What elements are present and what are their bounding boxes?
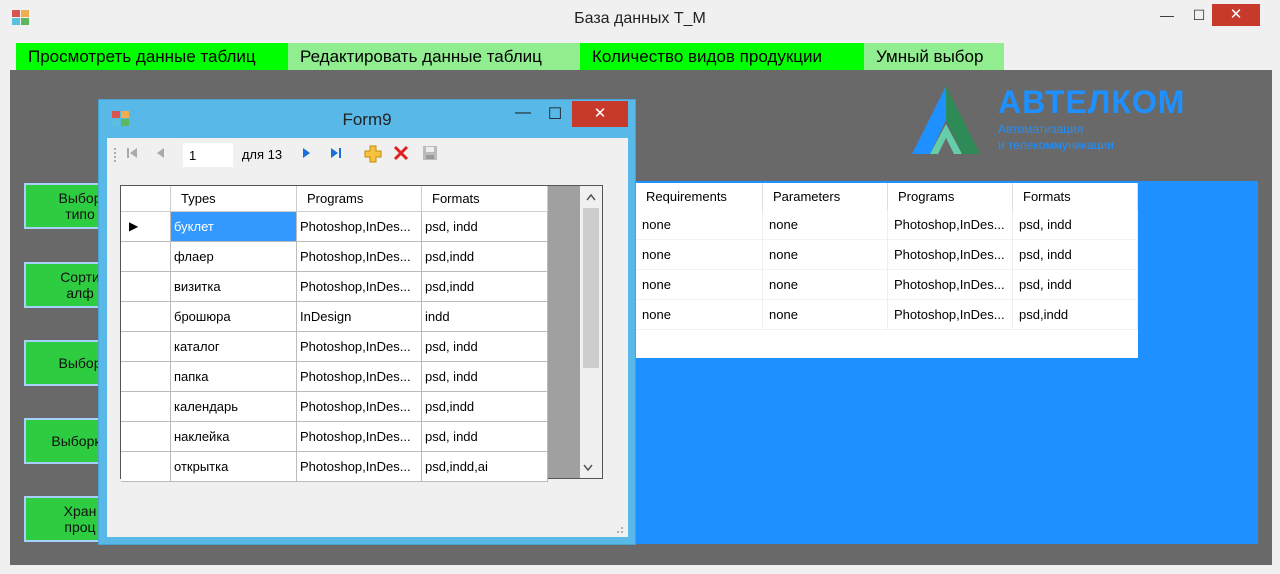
cell-programs[interactable]: Photoshop,InDes...: [297, 422, 422, 452]
cell-requirements[interactable]: none: [636, 210, 763, 240]
row-header-corner: [121, 186, 171, 212]
cell-programs[interactable]: Photoshop,InDes...: [888, 270, 1013, 300]
cell-requirements[interactable]: none: [636, 270, 763, 300]
cell-formats[interactable]: psd, indd: [422, 422, 548, 452]
cell-requirements[interactable]: none: [636, 300, 763, 330]
cell-formats[interactable]: psd,indd: [422, 272, 548, 302]
logo-subtitle-1: Автоматизация: [998, 122, 1084, 136]
cell-programs[interactable]: Photoshop,InDes...: [888, 300, 1013, 330]
cell-types[interactable]: наклейка: [171, 422, 297, 452]
form9-close-button[interactable]: ✕: [572, 101, 628, 127]
cell-types[interactable]: флаер: [171, 242, 297, 272]
column-header-programs[interactable]: Programs: [297, 186, 422, 212]
row-header[interactable]: [121, 422, 171, 452]
logo-mark: [902, 84, 990, 156]
row-header[interactable]: ▶: [121, 212, 171, 242]
cell-formats[interactable]: psd, indd: [1013, 270, 1138, 300]
row-header[interactable]: [121, 272, 171, 302]
column-header-types[interactable]: Types: [171, 186, 297, 212]
column-header-programs[interactable]: Programs: [888, 183, 1013, 210]
minimize-button[interactable]: —: [1150, 4, 1184, 26]
resize-grip-icon[interactable]: [612, 522, 624, 534]
cell-formats[interactable]: psd,indd: [422, 392, 548, 422]
cell-parameters[interactable]: none: [763, 300, 888, 330]
logo-subtitle-2: и телекоммуникации: [998, 138, 1114, 152]
scroll-down-icon[interactable]: [583, 460, 599, 476]
row-header[interactable]: [121, 242, 171, 272]
cell-programs[interactable]: Photoshop,InDes...: [297, 332, 422, 362]
cell-formats[interactable]: psd,indd: [422, 242, 548, 272]
form9-maximize-button[interactable]: ☐: [544, 104, 566, 124]
cell-types[interactable]: визитка: [171, 272, 297, 302]
menu-item-smart-choice[interactable]: Умный выбор: [864, 43, 1004, 70]
cell-programs[interactable]: Photoshop,InDes...: [297, 242, 422, 272]
logo-name: АВТЕЛКОМ: [998, 84, 1186, 120]
cell-requirements[interactable]: none: [636, 240, 763, 270]
move-last-icon[interactable]: [326, 145, 346, 165]
add-new-icon[interactable]: [363, 145, 383, 165]
row-header[interactable]: [121, 332, 171, 362]
cell-programs[interactable]: Photoshop,InDes...: [297, 272, 422, 302]
row-header[interactable]: [121, 452, 171, 482]
row-header[interactable]: [121, 302, 171, 332]
form9-minimize-button[interactable]: —: [512, 104, 534, 124]
scroll-thumb[interactable]: [583, 208, 599, 368]
cell-parameters[interactable]: none: [763, 240, 888, 270]
cell-types[interactable]: буклет: [171, 212, 297, 242]
position-input[interactable]: [183, 143, 233, 167]
menu-item-edit-tables[interactable]: Редактировать данные таблиц: [288, 43, 580, 70]
column-header-formats[interactable]: Formats: [422, 186, 548, 212]
move-first-icon[interactable]: [122, 145, 142, 165]
record-count-label: для 13: [241, 147, 283, 162]
menu-item-view-tables[interactable]: Просмотреть данные таблиц: [16, 43, 288, 70]
cell-programs[interactable]: Photoshop,InDes...: [888, 210, 1013, 240]
cell-formats[interactable]: psd,indd,ai: [422, 452, 548, 482]
cell-parameters[interactable]: none: [763, 270, 888, 300]
cell-formats[interactable]: psd, indd: [422, 332, 548, 362]
cell-programs[interactable]: Photoshop,InDes...: [297, 362, 422, 392]
cell-types[interactable]: каталог: [171, 332, 297, 362]
row-header[interactable]: [121, 392, 171, 422]
column-header-requirements[interactable]: Requirements: [636, 183, 763, 210]
cell-formats[interactable]: psd, indd: [422, 212, 548, 242]
current-row-indicator-icon: ▶: [129, 219, 139, 233]
cell-types[interactable]: папка: [171, 362, 297, 392]
cell-types[interactable]: брошюра: [171, 302, 297, 332]
cell-formats[interactable]: psd, indd: [1013, 210, 1138, 240]
cell-programs[interactable]: InDesign: [297, 302, 422, 332]
column-header-parameters[interactable]: Parameters: [763, 183, 888, 210]
window-title: База данных T_M: [574, 10, 706, 27]
column-header-formats[interactable]: Formats: [1013, 183, 1138, 210]
move-previous-icon[interactable]: [150, 145, 170, 165]
toolbar-grip-icon: [112, 145, 118, 165]
scroll-up-icon[interactable]: [583, 190, 599, 206]
cell-formats[interactable]: indd: [422, 302, 548, 332]
save-icon[interactable]: [420, 145, 440, 165]
cell-types[interactable]: открытка: [171, 452, 297, 482]
cell-programs[interactable]: Photoshop,InDes...: [888, 240, 1013, 270]
move-next-icon[interactable]: [296, 145, 316, 165]
close-button[interactable]: ✕: [1212, 4, 1260, 26]
cell-formats[interactable]: psd, indd: [422, 362, 548, 392]
row-header[interactable]: [121, 362, 171, 392]
cell-programs[interactable]: Photoshop,InDes...: [297, 212, 422, 242]
maximize-button[interactable]: ☐: [1182, 4, 1216, 26]
cell-formats[interactable]: psd, indd: [1013, 240, 1138, 270]
cell-programs[interactable]: Photoshop,InDes...: [297, 392, 422, 422]
menu-item-product-count[interactable]: Количество видов продукции: [580, 43, 864, 70]
cell-programs[interactable]: Photoshop,InDes...: [297, 452, 422, 482]
cell-formats[interactable]: psd,indd: [1013, 300, 1138, 330]
delete-icon[interactable]: [391, 145, 411, 165]
cell-types[interactable]: календарь: [171, 392, 297, 422]
cell-parameters[interactable]: none: [763, 210, 888, 240]
